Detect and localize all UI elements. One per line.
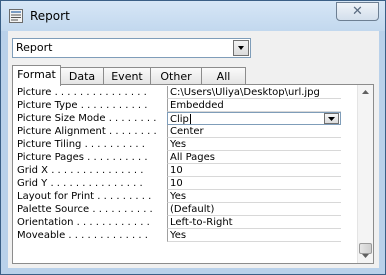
property-row-palette-source: Palette Source . . . . . . . . . . (Defa…	[13, 203, 355, 216]
property-label: Layout for Print . . . . . . . . .	[17, 191, 152, 202]
close-button[interactable]: ✕	[336, 2, 379, 21]
object-selector-value: Report	[16, 41, 53, 54]
property-sheet: Report Format Data Event Other All Pictu…	[8, 31, 379, 268]
property-value-orientation[interactable]: Left-to-Right	[167, 216, 341, 229]
property-label: Grid X . . . . . . . . . . . . . . .	[17, 165, 144, 176]
property-row-picture-size-mode: Picture Size Mode . . . . . . . . Clip	[13, 112, 355, 125]
format-properties-panel: Picture . . . . . . . . . . . . . . . C:…	[12, 84, 374, 264]
chevron-down-icon	[238, 46, 244, 50]
chevron-down-icon	[328, 117, 335, 121]
property-value-picture-alignment[interactable]: Center	[167, 125, 341, 138]
property-value-picture-pages[interactable]: All Pages	[167, 151, 341, 164]
property-row-picture-tiling: Picture Tiling . . . . . . . . . . Yes	[13, 138, 355, 151]
property-grid: Picture . . . . . . . . . . . . . . . C:…	[13, 86, 355, 242]
property-value-picture[interactable]: C:\Users\Uliya\Desktop\url.jpg	[167, 86, 341, 99]
property-label: Picture Tiling . . . . . . . . . .	[17, 139, 145, 150]
vertical-scrollbar[interactable]	[357, 85, 373, 263]
property-value-grid-y[interactable]: 10	[167, 177, 341, 190]
property-value-layout-for-print[interactable]: Yes	[167, 190, 341, 203]
property-row-orientation: Orientation . . . . . . . . . . . . Left…	[13, 216, 355, 229]
property-value-picture-tiling[interactable]: Yes	[167, 138, 341, 151]
tab-data[interactable]: Data	[60, 67, 104, 85]
tab-strip: Format Data Event Other All	[12, 65, 374, 86]
property-value-moveable[interactable]: Yes	[167, 229, 341, 242]
property-value-picture-size-mode[interactable]: Clip	[167, 112, 341, 125]
close-icon: ✕	[352, 4, 363, 19]
tab-format[interactable]: Format	[12, 65, 61, 86]
text-caret	[189, 114, 191, 124]
property-row-picture-type: Picture Type . . . . . . . . . . . Embed…	[13, 99, 355, 112]
property-label: Picture Size Mode . . . . . . . .	[17, 113, 157, 124]
report-properties-window: Report ✕ Report Format Data Event Other …	[0, 0, 386, 275]
window-title: Report	[30, 9, 70, 23]
tab-event[interactable]: Event	[103, 67, 151, 85]
property-value-text: Clip	[170, 114, 189, 125]
picture-size-mode-dropdown-button[interactable]	[324, 113, 339, 124]
tab-all[interactable]: All	[201, 67, 246, 85]
property-label: Moveable . . . . . . . . . . . . .	[17, 230, 148, 241]
property-label: Picture Type . . . . . . . . . . .	[17, 100, 148, 111]
property-row-picture: Picture . . . . . . . . . . . . . . . C:…	[13, 86, 355, 99]
scroll-up-arrow-icon[interactable]	[358, 85, 373, 100]
report-icon	[9, 9, 23, 23]
object-selector[interactable]: Report	[12, 38, 251, 58]
property-value-palette-source[interactable]: (Default)	[167, 203, 341, 216]
property-value-picture-type[interactable]: Embedded	[167, 99, 341, 112]
scroll-down-arrow-icon[interactable]	[358, 248, 373, 263]
property-row-layout-for-print: Layout for Print . . . . . . . . . Yes	[13, 190, 355, 203]
object-selector-dropdown-button[interactable]	[233, 40, 249, 56]
property-label: Picture Pages . . . . . . . . . .	[17, 152, 148, 163]
title-bar[interactable]: Report ✕	[1, 1, 385, 31]
property-label: Grid Y . . . . . . . . . . . . . . .	[17, 178, 143, 189]
property-row-picture-alignment: Picture Alignment . . . . . . . . Center	[13, 125, 355, 138]
property-row-picture-pages: Picture Pages . . . . . . . . . . All Pa…	[13, 151, 355, 164]
property-value-grid-x[interactable]: 10	[167, 164, 341, 177]
property-label: Palette Source . . . . . . . . . .	[17, 204, 153, 215]
tab-other[interactable]: Other	[150, 67, 202, 85]
property-row-grid-x: Grid X . . . . . . . . . . . . . . . 10	[13, 164, 355, 177]
property-row-grid-y: Grid Y . . . . . . . . . . . . . . . 10	[13, 177, 355, 190]
property-label: Picture Alignment . . . . . . . .	[17, 126, 157, 137]
property-row-moveable: Moveable . . . . . . . . . . . . . Yes	[13, 229, 355, 242]
property-label: Orientation . . . . . . . . . . . .	[17, 217, 150, 228]
property-label: Picture . . . . . . . . . . . . . . .	[17, 87, 147, 98]
